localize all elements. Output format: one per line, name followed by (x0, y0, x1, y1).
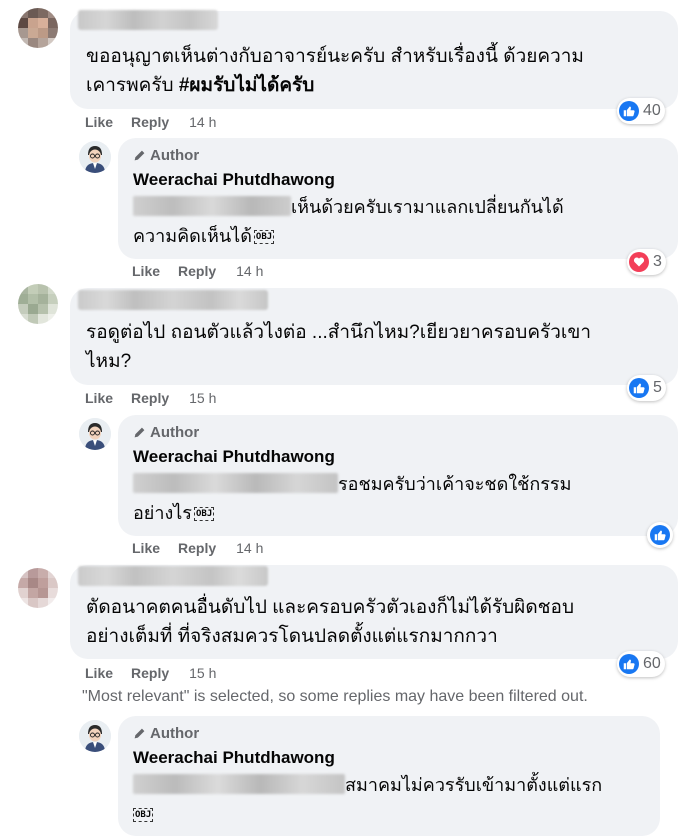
reaction-badge[interactable]: 40 (617, 98, 665, 124)
hashtag-link[interactable]: #ผมรับไม่ได้ครับ (179, 75, 314, 96)
like-icon (629, 378, 649, 398)
reaction-count: 5 (653, 379, 662, 396)
pencil-icon (134, 728, 145, 739)
reply-text: รอชมครับว่าเค้าจะชดใช้กรรม อย่างไร OBJ (133, 473, 572, 523)
reply-button[interactable]: Reply (131, 390, 169, 406)
comment-actions: Like Reply 15 h (85, 665, 216, 681)
timestamp[interactable]: 14 h (236, 540, 263, 556)
like-button[interactable]: Like (85, 390, 113, 406)
pencil-icon (134, 427, 145, 438)
author-badge: Author (133, 725, 199, 742)
timestamp[interactable]: 14 h (236, 263, 263, 279)
embedded-object-placeholder: OBJ (133, 808, 154, 822)
avatar[interactable] (18, 568, 58, 608)
author-name[interactable]: Weerachai Phutdhawong (133, 447, 335, 467)
like-button[interactable]: Like (85, 114, 113, 130)
commenter-name-redacted[interactable] (78, 290, 268, 310)
mention-redacted[interactable] (133, 196, 291, 216)
author-avatar[interactable] (79, 141, 111, 173)
timestamp[interactable]: 15 h (189, 665, 216, 681)
mention-redacted[interactable] (133, 774, 345, 794)
like-button[interactable]: Like (132, 540, 160, 556)
reaction-badge[interactable]: 60 (617, 651, 665, 677)
like-icon (650, 525, 670, 545)
mention-redacted[interactable] (133, 473, 338, 493)
author-badge: Author (133, 147, 199, 164)
avatar[interactable] (18, 284, 58, 324)
comment-text: รอดูต่อไป ถอนตัวแล้วไงต่อ ...สำนึกไหม?เย… (86, 322, 592, 372)
author-avatar[interactable] (79, 720, 111, 752)
reaction-badge[interactable]: 5 (627, 375, 666, 401)
comment-actions: Like Reply 14 h (85, 114, 216, 130)
pencil-icon (134, 150, 145, 161)
like-icon (619, 101, 639, 121)
reply-text: สมาคมไม่ควรรับเข้ามาตั้งแต่แรก OBJ (133, 774, 603, 822)
embedded-object-placeholder: OBJ (253, 230, 275, 244)
reply-button[interactable]: Reply (178, 263, 216, 279)
reaction-count: 3 (653, 253, 662, 270)
like-button[interactable]: Like (132, 263, 160, 279)
timestamp[interactable]: 15 h (189, 390, 216, 406)
author-name[interactable]: Weerachai Phutdhawong (133, 748, 335, 768)
reply-button[interactable]: Reply (131, 665, 169, 681)
avatar[interactable] (18, 8, 58, 48)
reaction-count: 60 (643, 655, 661, 672)
reply-button[interactable]: Reply (178, 540, 216, 556)
reaction-badge[interactable] (647, 522, 673, 548)
comment-text: ตัดอนาคตคนอื่นดับไป และครอบครัวตัวเองก็ไ… (86, 597, 575, 647)
reply-text: เห็นด้วยครับเรามาแลกเปลี่ยนกันได้ ความคิ… (133, 196, 564, 246)
author-badge: Author (133, 424, 199, 441)
comment-text: ขออนุญาตเห็นต่างกับอาจารย์นะครับ สำหรับเ… (86, 46, 584, 96)
embedded-object-placeholder: OBJ (193, 507, 215, 521)
like-icon (619, 654, 639, 674)
comment-actions: Like Reply 15 h (85, 390, 216, 406)
reply-button[interactable]: Reply (131, 114, 169, 130)
reply-actions: Like Reply 14 h (132, 540, 263, 556)
heart-icon (629, 252, 649, 272)
reply-actions: Like Reply 14 h (132, 263, 263, 279)
reaction-badge[interactable]: 3 (627, 249, 666, 275)
like-button[interactable]: Like (85, 665, 113, 681)
author-avatar[interactable] (79, 418, 111, 450)
author-name[interactable]: Weerachai Phutdhawong (133, 170, 335, 190)
commenter-name-redacted[interactable] (78, 10, 218, 30)
commenter-name-redacted[interactable] (78, 566, 268, 586)
filter-notice: "Most relevant" is selected, so some rep… (82, 688, 588, 705)
timestamp[interactable]: 14 h (189, 114, 216, 130)
reaction-count: 40 (643, 102, 661, 119)
